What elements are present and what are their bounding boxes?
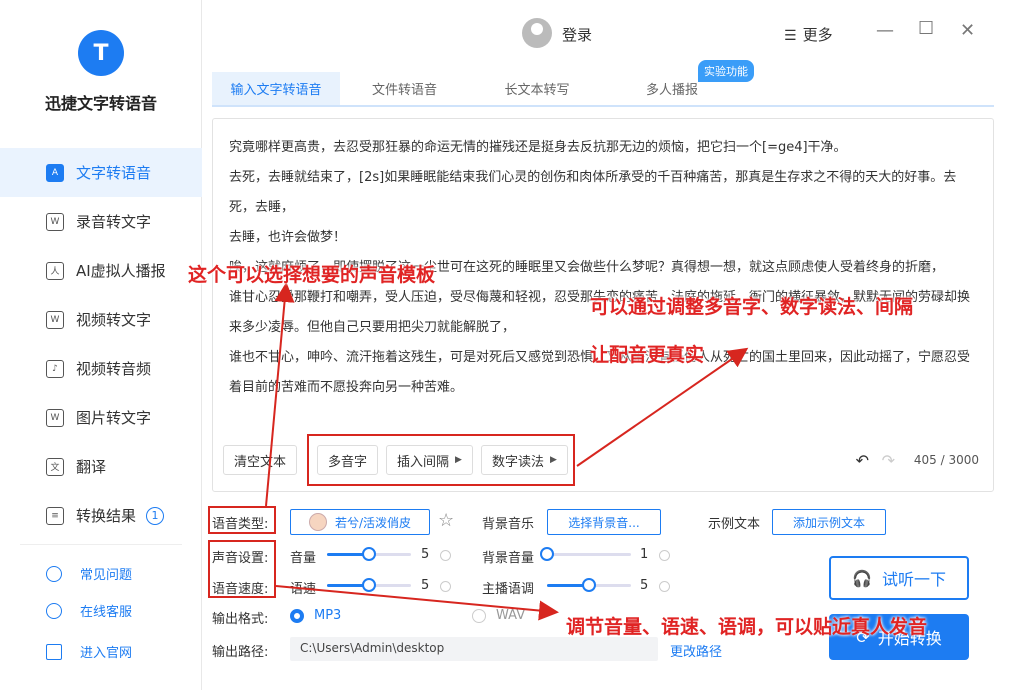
sidebar-item-ai-avatar[interactable]: 人 AI虚拟人播报 xyxy=(0,246,202,295)
bg-volume-label: 背景音量 xyxy=(482,551,535,566)
bg-music-label: 背景音乐 xyxy=(482,517,535,532)
paragraph: 去死，去睡就结束了，[2s]如果睡眠能结束我们心灵的创伤和肉体所承受的千百种痛苦… xyxy=(229,170,957,215)
annotation-adjust-line1: 可以通过调整多音字、数字读法、间隔 xyxy=(590,296,914,318)
speed-slider[interactable] xyxy=(327,578,411,592)
select-bg-music-button[interactable]: 选择背景音... xyxy=(547,509,661,535)
favorite-star-icon[interactable]: ☆ xyxy=(438,510,454,531)
video-text-icon: W xyxy=(46,310,64,329)
feature-tabs: 输入文字转语音 文件转语音 长文本转写 多人播报 xyxy=(212,72,994,107)
title-bar: 登录 更多 — ☐ ✕ xyxy=(202,0,1010,66)
bg-volume-slider[interactable] xyxy=(540,547,631,561)
paragraph: 去睡，也许会做梦！ xyxy=(229,230,347,245)
tab-long-text[interactable]: 长文本转写 xyxy=(482,72,592,105)
result-icon: ≡ xyxy=(46,506,64,525)
more-menu-button[interactable]: 更多 xyxy=(784,24,833,45)
slider-knob[interactable] xyxy=(362,547,376,561)
preview-button[interactable]: 🎧 试听一下 xyxy=(829,556,969,600)
output-format-label: 输出格式: xyxy=(212,612,269,627)
website-link[interactable]: 进入官网 xyxy=(46,642,132,661)
sidebar-item-recording-to-text[interactable]: W 录音转文字 xyxy=(0,197,202,246)
annotation-box-voice-type xyxy=(208,506,276,534)
help-icon xyxy=(46,565,62,582)
sidebar-divider xyxy=(20,544,182,545)
sidebar-item-translate[interactable]: 文翻译 xyxy=(0,442,202,491)
close-icon[interactable]: ✕ xyxy=(960,20,975,41)
voice-select-button[interactable]: 若兮/活泼俏皮 xyxy=(290,509,430,535)
reset-icon[interactable] xyxy=(440,550,451,561)
voice-avatar-icon xyxy=(309,513,327,531)
tone-label: 主播语调 xyxy=(482,582,535,597)
user-avatar-icon[interactable] xyxy=(522,18,552,48)
volume-slider[interactable] xyxy=(327,547,411,561)
rate-label: 语速 xyxy=(290,582,317,597)
monitor-icon xyxy=(46,643,62,660)
output-path-field[interactable]: C:\Users\Admin\desktop xyxy=(290,637,658,661)
wav-radio[interactable] xyxy=(472,609,486,623)
slider-knob[interactable] xyxy=(540,547,554,561)
sample-text-label: 示例文本 xyxy=(708,517,761,532)
image-text-icon: W xyxy=(46,408,64,427)
app-logo: T xyxy=(78,30,124,76)
tone-value: 5 xyxy=(640,578,649,593)
bg-volume-value: 1 xyxy=(640,547,649,562)
sidebar-item-results[interactable]: ≡ 转换结果 1 xyxy=(0,491,202,540)
recording-icon: W xyxy=(46,212,64,231)
redo-icon[interactable]: ↷ xyxy=(882,451,895,470)
tab-text-to-speech[interactable]: 输入文字转语音 xyxy=(212,72,340,105)
sidebar: T 迅捷文字转语音 A 文字转语音 W 录音转文字 人 AI虚拟人播报 W 视频转文字 … xyxy=(0,0,202,690)
wav-label[interactable]: WAV xyxy=(496,608,525,623)
experimental-badge: 实验功能 xyxy=(698,60,754,82)
speed-value: 5 xyxy=(421,578,430,593)
clear-text-button[interactable]: 清空文本 xyxy=(223,445,298,475)
annotation-box-editor-tools xyxy=(307,434,575,486)
volume-value: 5 xyxy=(421,547,430,562)
minimize-icon[interactable]: — xyxy=(876,20,894,41)
translate-icon: 文 xyxy=(46,457,64,476)
mp3-radio[interactable] xyxy=(290,609,304,623)
slider-knob[interactable] xyxy=(362,578,376,592)
sidebar-item-image-to-text[interactable]: W 图片转文字 xyxy=(0,393,202,442)
reset-icon[interactable] xyxy=(440,581,451,592)
video-audio-icon: ♪ xyxy=(46,359,64,378)
text-to-speech-icon: A xyxy=(46,163,64,182)
faq-link[interactable]: 常见问题 xyxy=(46,564,132,583)
reset-icon[interactable] xyxy=(659,550,670,561)
sidebar-item-text-to-speech[interactable]: A 文字转语音 xyxy=(0,148,202,197)
annotation-box-sound-speed xyxy=(208,540,276,598)
mp3-label[interactable]: MP3 xyxy=(314,608,341,623)
app-title: 迅捷文字转语音 xyxy=(44,94,157,113)
sidebar-nav: A 文字转语音 W 录音转文字 人 AI虚拟人播报 W 视频转文字 ♪ 视频转音频 W 图片… xyxy=(0,148,202,540)
tone-slider[interactable] xyxy=(547,578,631,592)
change-path-link[interactable]: 更改路径 xyxy=(670,641,722,660)
volume-label: 音量 xyxy=(290,551,317,566)
paragraph: 究竟哪样更高贵，去忍受那狂暴的命运无情的摧残还是挺身去反抗那无边的烦恼，把它扫一… xyxy=(229,140,847,155)
add-sample-text-button[interactable]: 添加示例文本 xyxy=(772,509,886,535)
undo-icon[interactable]: ↶ xyxy=(856,451,869,470)
login-button[interactable]: 登录 xyxy=(562,24,592,45)
annotation-voice-template: 这个可以选择想要的声音模板 xyxy=(188,264,436,286)
annotation-adjust-line2: 让配音更真实 xyxy=(590,344,705,366)
maximize-icon[interactable]: ☐ xyxy=(918,18,934,39)
headphones-icon: 🎧 xyxy=(852,568,872,588)
char-counter: 405 / 3000 xyxy=(913,453,979,467)
results-count-badge: 1 xyxy=(146,506,165,525)
avatar-icon: 人 xyxy=(46,261,64,280)
slider-knob[interactable] xyxy=(582,578,596,592)
sidebar-item-video-to-text[interactable]: W 视频转文字 xyxy=(0,295,202,344)
headset-icon xyxy=(46,602,62,619)
tab-file-to-speech[interactable]: 文件转语音 xyxy=(352,72,457,105)
output-path-label: 输出路径: xyxy=(212,645,269,660)
annotation-tune: 调节音量、语速、语调，可以贴近真人发音 xyxy=(566,616,928,638)
support-link[interactable]: 在线客服 xyxy=(46,601,132,620)
reset-icon[interactable] xyxy=(659,581,670,592)
sidebar-item-video-to-audio[interactable]: ♪ 视频转音频 xyxy=(0,344,202,393)
